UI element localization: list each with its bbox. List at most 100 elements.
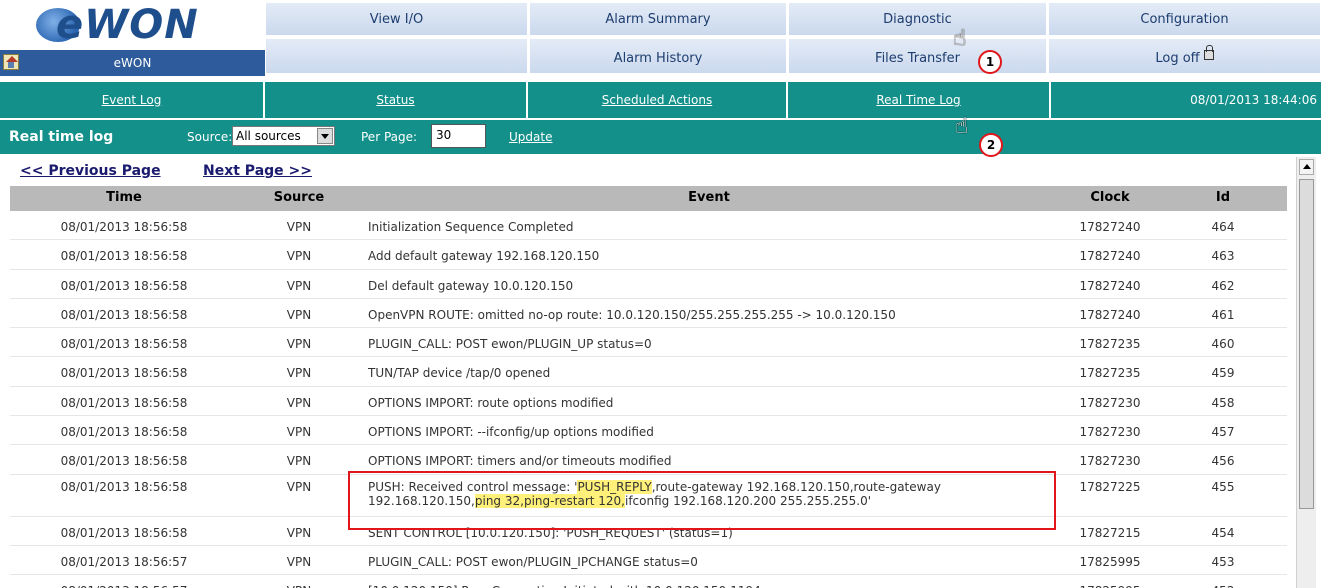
cell-time: 08/01/2013 18:56:58 — [60, 525, 188, 540]
cell-event: Initialization Sequence Completed — [368, 220, 574, 234]
cell-id: 455 — [1211, 479, 1235, 494]
logo-area: eWON eWON — [0, 0, 265, 78]
cell-source: VPN — [286, 525, 312, 540]
top-navigation: View I/O Alarm Summary Diagnostic Config… — [265, 0, 1321, 78]
filter-bar: Real time log Source: All sources Per Pa… — [0, 120, 1321, 154]
cell-event: PLUGIN_CALL: POST ewon/PLUGIN_IPCHANGE s… — [368, 554, 698, 569]
cell-time: 08/01/2013 18:56:58 — [60, 249, 188, 264]
cell-source: VPN — [286, 479, 312, 494]
cell-id: 456 — [1211, 454, 1235, 469]
table-row: 08/01/2013 18:56:58 VPN OPTIONS IMPORT: --… — [10, 416, 1287, 446]
page-title: Real time log — [9, 129, 114, 145]
cell-clock: 17825995 — [1079, 554, 1141, 569]
column-header-clock: Clock — [1090, 190, 1130, 205]
cell-time: 08/01/2013 18:56:58 — [60, 425, 188, 440]
cell-id: 463 — [1211, 249, 1235, 264]
update-link[interactable]: Update — [509, 130, 552, 144]
table-header: Time Source Event Clock Id — [10, 186, 1287, 211]
cell-event: OPTIONS IMPORT: --ifconfig/up options mo… — [368, 425, 654, 440]
cell-clock: 17825995 — [1060, 584, 1160, 588]
step-badge-2: 2 — [979, 133, 1003, 157]
scrollbar[interactable] — [1296, 157, 1316, 588]
cell-time: 08/01/2013 18:56:57 — [10, 584, 238, 588]
current-datetime: 08/01/2013 18:44:06 — [1051, 82, 1321, 118]
previous-page-link[interactable]: << Previous Page — [20, 163, 161, 179]
cell-id: 452 — [1168, 584, 1278, 588]
cell-time: 08/01/2013 18:56:57 — [60, 554, 188, 569]
table-row: 08/01/2013 18:56:57VPN [10.0.120.150] Pee… — [10, 575, 1287, 588]
cell-time: 08/01/2013 18:56:58 — [60, 337, 188, 352]
column-header-source: Source — [273, 190, 325, 205]
cell-clock: 17827215 — [1079, 525, 1141, 540]
cell-clock: 17827240 — [1079, 249, 1141, 264]
cell-id: 458 — [1211, 395, 1235, 410]
chevron-down-icon[interactable] — [317, 128, 333, 144]
cell-source: VPN — [286, 454, 312, 469]
cell-source: VPN — [240, 584, 358, 588]
cell-event: OpenVPN ROUTE: omitted no-op route: 10.0… — [368, 307, 896, 322]
cell-time: 08/01/2013 18:56:58 — [60, 479, 188, 494]
table-row: 08/01/2013 18:56:57 VPN PLUGIN_CALL: POST … — [10, 546, 1287, 576]
per-page-input[interactable]: 30 — [431, 124, 486, 148]
cell-id: 454 — [1211, 525, 1235, 540]
tab-scheduled-actions[interactable]: Scheduled Actions — [528, 82, 788, 118]
scroll-up-icon[interactable] — [1299, 159, 1314, 175]
cell-time: 08/01/2013 18:56:58 — [60, 278, 188, 293]
cell-id: 464 — [1211, 220, 1235, 234]
table-row: 08/01/2013 18:56:58 VPN Del default gatewa… — [10, 270, 1287, 299]
per-page-label: Per Page: — [361, 130, 418, 144]
cell-id: 457 — [1211, 425, 1235, 440]
cell-source: VPN — [286, 278, 312, 293]
table-row: 08/01/2013 18:56:58 VPN OpenVPN ROUTE: omi… — [10, 299, 1287, 329]
tab-status[interactable]: Status — [265, 82, 528, 118]
nav-diagnostic[interactable]: Diagnostic — [788, 2, 1047, 36]
lock-icon — [1203, 45, 1214, 60]
cell-clock: 17827225 — [1079, 479, 1141, 494]
cell-clock: 17827230 — [1079, 425, 1141, 440]
cell-source: VPN — [286, 425, 312, 440]
nav-log-off[interactable]: Log off — [1048, 38, 1321, 74]
cell-clock: 17827240 — [1079, 307, 1141, 322]
cell-event: [10.0.120.150] Peer Connection Initiated… — [368, 584, 1058, 588]
cell-event: TUN/TAP device /tap/0 opened — [368, 366, 551, 381]
table-row: 08/01/2013 18:56:58 VPN Initialization Seq… — [10, 211, 1287, 241]
nav-alarm-history[interactable]: Alarm History — [529, 38, 787, 74]
cell-time: 08/01/2013 18:56:58 — [60, 454, 188, 469]
cell-source: VPN — [286, 220, 312, 234]
source-label: Source: — [187, 130, 233, 144]
column-header-event: Event — [688, 190, 730, 205]
hand-pointer-icon: ☝ — [953, 26, 967, 51]
cell-source: VPN — [286, 554, 312, 569]
cell-clock: 17827235 — [1079, 366, 1141, 381]
cell-time: 08/01/2013 18:56:58 — [60, 307, 188, 322]
cell-clock: 17827235 — [1079, 337, 1141, 352]
nav-files-transfer[interactable]: Files Transfer — [788, 38, 1047, 74]
tab-event-log[interactable]: Event Log — [0, 82, 265, 118]
device-name: eWON — [113, 56, 152, 70]
table-row: 08/01/2013 18:56:58 VPN PLUGIN_CALL: POST … — [10, 328, 1287, 358]
cell-event: OPTIONS IMPORT: route options modified — [368, 395, 614, 410]
log-off-label: Log off — [1155, 51, 1200, 66]
nav-alarm-summary[interactable]: Alarm Summary — [529, 2, 787, 36]
table-row: 08/01/2013 18:56:58 VPN OPTIONS IMPORT: ro… — [10, 387, 1287, 417]
tab-real-time-log[interactable]: Real Time Log — [788, 82, 1051, 118]
cell-id: 453 — [1211, 554, 1235, 569]
next-page-link[interactable]: Next Page >> — [203, 163, 312, 179]
scrollbar-thumb[interactable] — [1299, 179, 1314, 509]
cell-event: OPTIONS IMPORT: timers and/or timeouts m… — [368, 454, 672, 469]
cell-id: 459 — [1211, 366, 1235, 381]
hand-pointer-icon: ☝ — [955, 114, 969, 139]
cell-event: PLUGIN_CALL: POST ewon/PLUGIN_UP status=… — [368, 337, 652, 352]
source-select[interactable]: All sources — [232, 126, 335, 146]
step-badge-1: 1 — [978, 50, 1002, 74]
cell-time: 08/01/2013 18:56:58 — [60, 366, 188, 381]
nav-view-io[interactable]: View I/O — [265, 2, 528, 36]
cell-clock: 17827240 — [1079, 220, 1141, 234]
device-bar[interactable]: eWON — [0, 50, 265, 76]
cell-id: 462 — [1211, 278, 1235, 293]
cell-time: 08/01/2013 18:56:58 — [60, 395, 188, 410]
highlight-callout — [348, 471, 1056, 530]
cell-source: VPN — [286, 249, 312, 264]
nav-configuration[interactable]: Configuration — [1048, 2, 1321, 36]
cell-source: VPN — [286, 307, 312, 322]
